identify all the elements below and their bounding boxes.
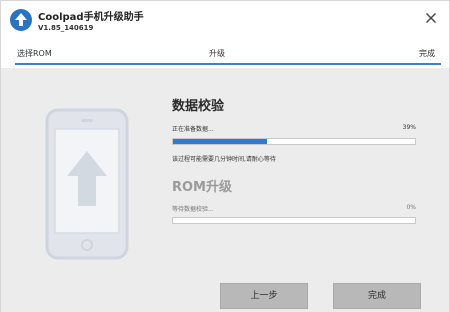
step-indicator: 选择ROM 升级 完成 — [1, 39, 449, 66]
rom-percent: 0% — [406, 204, 416, 211]
upgrade-assistant-window: Coolpad手机升级助手 V1.85_140619 选择ROM 升级 完成 数… — [0, 0, 450, 312]
previous-step-button[interactable]: 上一步 — [220, 283, 308, 309]
step-progress-line — [15, 63, 441, 65]
verify-hint-text: 该过程可能需要几分钟时间,请耐心等待 — [172, 156, 276, 163]
upload-arrow-icon — [10, 9, 32, 31]
step-upgrade: 升级 — [209, 49, 225, 58]
verify-progress-bar — [172, 138, 416, 145]
rom-progress-bar — [172, 217, 416, 224]
phone-upgrade-icon — [45, 108, 129, 260]
verify-section-title: 数据校验 — [172, 99, 225, 114]
verify-progress-fill — [173, 139, 268, 144]
rom-section-title: ROM升级 — [172, 180, 232, 195]
verify-percent: 39% — [402, 124, 416, 131]
verify-status-text: 正在准备数据... — [172, 126, 214, 133]
step-done: 完成 — [419, 49, 435, 58]
close-icon — [426, 13, 436, 23]
close-button[interactable] — [413, 1, 449, 37]
upgrade-panel: 数据校验 正在准备数据... 39% 该过程可能需要几分钟时间,请耐心等待 RO… — [1, 68, 449, 312]
step-select-rom: 选择ROM — [17, 49, 52, 58]
finish-button[interactable]: 完成 — [333, 283, 421, 309]
title-bar: Coolpad手机升级助手 V1.85_140619 — [1, 1, 449, 39]
app-title: Coolpad手机升级助手 — [38, 12, 144, 23]
rom-status-text: 等待数据校验... — [172, 206, 214, 213]
app-version: V1.85_140619 — [38, 24, 94, 32]
